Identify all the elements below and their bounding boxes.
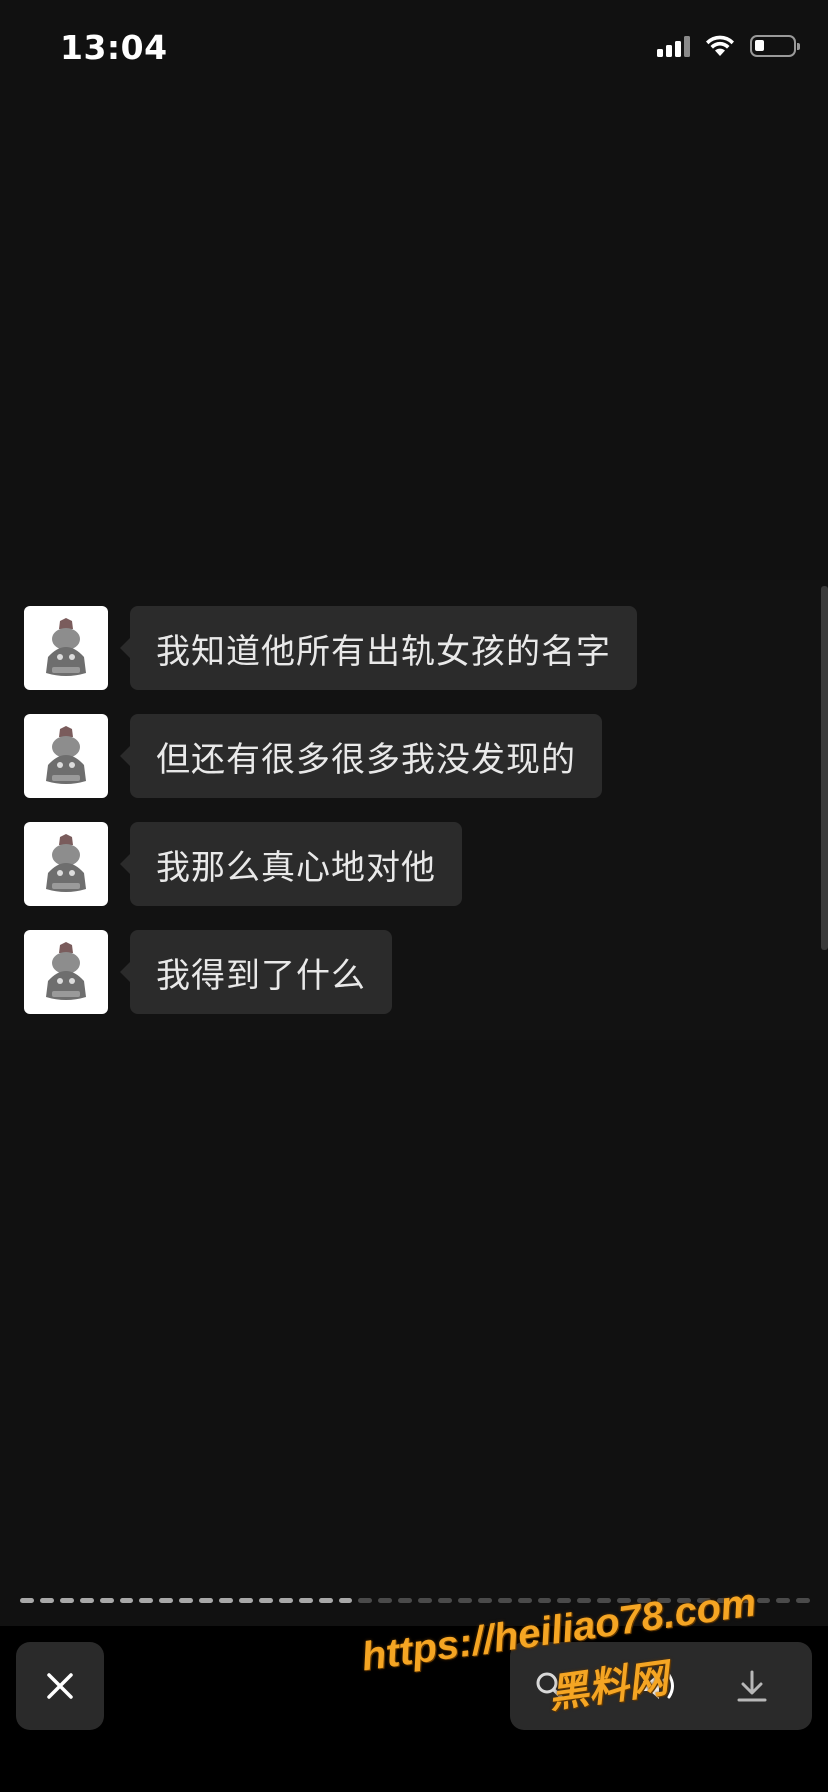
- chat-area: 我知道他所有出轨女孩的名字 但还有很多很多我没发现的 我那么真心地对他 我得到了…: [0, 580, 828, 1040]
- progress-segment: [457, 1598, 472, 1603]
- action-group: [510, 1642, 812, 1730]
- progress-segment: [199, 1598, 214, 1603]
- progress-segment: [179, 1598, 194, 1603]
- progress-segment: [577, 1598, 592, 1603]
- screen: 13:04 我知道他所有出轨女孩的名字 但还有很多很多我没发现的 我那么真心地对…: [0, 0, 828, 1792]
- progress-segment: [318, 1598, 333, 1603]
- progress-segment: [617, 1598, 632, 1603]
- avatar-figure-icon: [46, 834, 86, 892]
- progress-segment: [756, 1598, 771, 1603]
- message-row: 但还有很多很多我没发现的: [24, 714, 602, 798]
- progress-segment: [557, 1598, 572, 1603]
- battery-icon: [750, 35, 800, 57]
- download-icon: [737, 1670, 767, 1702]
- close-button[interactable]: [16, 1642, 104, 1730]
- progress-segment: [278, 1598, 293, 1603]
- download-button[interactable]: [712, 1642, 792, 1730]
- bottom-bar: [0, 1626, 828, 1792]
- avatar-figure-icon: [46, 942, 86, 1000]
- avatar[interactable]: [24, 930, 108, 1014]
- progress-segment: [657, 1598, 671, 1603]
- message-row: 我那么真心地对他: [24, 822, 462, 906]
- progress-segment: [39, 1598, 54, 1603]
- progress-segment: [298, 1598, 313, 1603]
- progress-segment: [676, 1598, 691, 1603]
- search-icon: [536, 1672, 565, 1701]
- avatar[interactable]: [24, 606, 108, 690]
- progress-segment: [477, 1598, 492, 1603]
- progress-segment: [79, 1598, 94, 1603]
- progress-segment: [358, 1598, 373, 1603]
- progress-segment: [398, 1598, 413, 1603]
- signal-icon: [657, 35, 690, 57]
- progress-segment: [119, 1598, 134, 1603]
- status-bar: 13:04: [0, 0, 828, 100]
- progress-segment: [796, 1598, 811, 1603]
- progress-segment: [338, 1598, 353, 1603]
- avatar-figure-icon: [46, 726, 86, 784]
- progress-segment: [139, 1598, 154, 1603]
- speaker-icon: [643, 1673, 674, 1699]
- message-bubble[interactable]: 我知道他所有出轨女孩的名字: [120, 606, 637, 690]
- progress-segment: [99, 1598, 114, 1603]
- avatar[interactable]: [24, 714, 108, 798]
- message-bubble[interactable]: 我那么真心地对他: [120, 822, 462, 906]
- status-time: 13:04: [60, 28, 168, 67]
- progress-segment: [59, 1598, 74, 1603]
- close-icon: [47, 1673, 73, 1699]
- progress-segment: [238, 1598, 253, 1603]
- progress-segment: [597, 1598, 612, 1603]
- message-bubble[interactable]: 但还有很多很多我没发现的: [120, 714, 602, 798]
- progress-segment: [696, 1598, 711, 1603]
- progress-segment: [378, 1598, 393, 1603]
- progress-segment: [20, 1598, 34, 1603]
- message-row: 我得到了什么: [24, 930, 392, 1014]
- progress-segment: [258, 1598, 273, 1603]
- search-button[interactable]: [510, 1642, 590, 1730]
- status-icons: [657, 34, 800, 58]
- progress-segment: [716, 1598, 731, 1603]
- progress-segment: [517, 1598, 532, 1603]
- story-progress: [20, 1598, 811, 1604]
- progress-segment: [537, 1598, 552, 1603]
- progress-segment: [497, 1598, 512, 1603]
- progress-segment: [418, 1598, 433, 1603]
- message-bubble[interactable]: 我得到了什么: [120, 930, 392, 1014]
- progress-segment: [219, 1598, 233, 1603]
- progress-segment: [438, 1598, 452, 1603]
- avatar[interactable]: [24, 822, 108, 906]
- message-row: 我知道他所有出轨女孩的名字: [24, 606, 637, 690]
- progress-segment: [159, 1598, 174, 1603]
- avatar-figure-icon: [46, 618, 86, 676]
- progress-segment: [637, 1598, 651, 1603]
- sound-button[interactable]: [620, 1642, 700, 1730]
- progress-segment: [776, 1598, 791, 1603]
- progress-segment: [736, 1598, 751, 1603]
- scrollbar[interactable]: [821, 586, 828, 950]
- wifi-icon: [706, 35, 734, 56]
